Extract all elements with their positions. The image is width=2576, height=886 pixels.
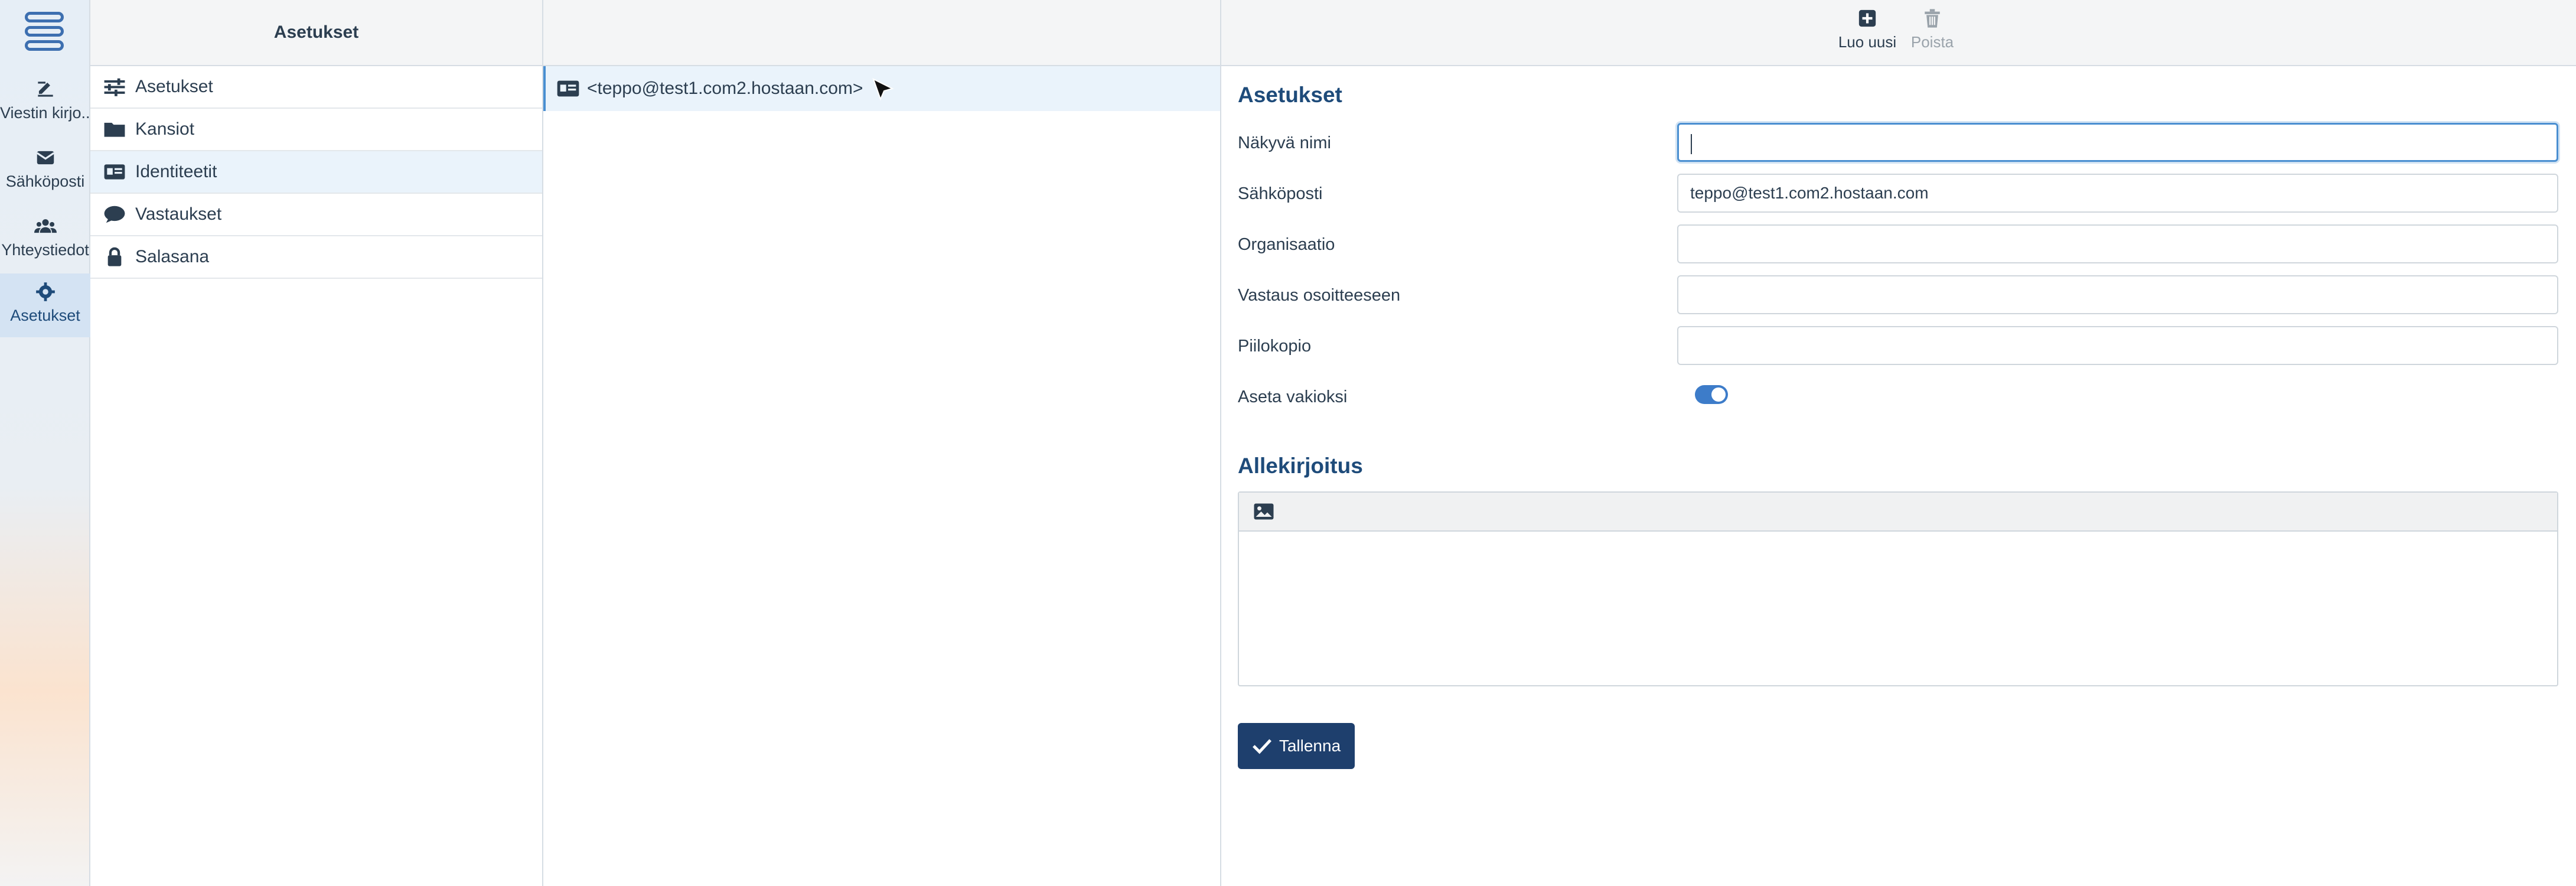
plus-square-icon — [1858, 9, 1876, 27]
editor-toolbar — [1239, 493, 2557, 532]
settings-pane-header: Asetukset — [90, 0, 542, 66]
signature-title: Allekirjoitus — [1238, 454, 1363, 478]
reply-to-input[interactable] — [1677, 275, 2558, 314]
rail-item-mail[interactable]: Sähköposti — [0, 139, 90, 198]
display-name-label: Näkyvä nimi — [1238, 133, 1331, 152]
settings-item-responses[interactable]: Vastaukset — [90, 194, 542, 236]
display-name-input[interactable] — [1677, 123, 2558, 162]
contacts-icon — [34, 219, 57, 233]
settings-pane-title: Asetukset — [273, 22, 359, 42]
image-icon[interactable] — [1253, 503, 1274, 520]
lock-icon — [107, 247, 122, 266]
form-section-title: Asetukset — [1238, 83, 1342, 107]
settings-item-folders[interactable]: Kansiot — [90, 109, 542, 151]
settings-item-label: Identiteetit — [135, 162, 217, 181]
default-label: Aseta vakioksi — [1238, 387, 1348, 406]
rail-item-label: Yhteystiedot — [1, 241, 89, 259]
identity-form-pane: Luo uusi Poista Asetukset Näkyvä nimi Sä… — [1221, 0, 2576, 886]
settings-item-preferences[interactable]: Asetukset — [90, 66, 542, 109]
signature-editor[interactable] — [1238, 491, 2558, 686]
compose-icon — [37, 82, 53, 97]
rail-item-compose[interactable]: Viestin kirjo... — [0, 71, 90, 130]
id-card-icon — [557, 80, 579, 97]
identities-pane: <teppo@test1.com2.hostaan.com> — [543, 0, 1221, 886]
mail-icon — [36, 151, 54, 165]
id-card-icon — [104, 164, 125, 180]
rail-item-label: Sähköposti — [5, 172, 85, 190]
trash-icon — [1925, 9, 1940, 28]
create-button-label: Luo uusi — [1838, 33, 1897, 51]
app-rail: Viestin kirjo... Sähköposti Yhteystiedot… — [0, 0, 90, 886]
sliders-icon — [104, 78, 125, 96]
rail-item-contacts[interactable]: Yhteystiedot — [0, 208, 90, 267]
organization-label: Organisaatio — [1238, 235, 1335, 254]
form-row-email: Sähköposti teppo@test1.com2.hostaan.com — [1238, 171, 2561, 222]
settings-item-label: Kansiot — [135, 119, 195, 139]
email-label: Sähköposti — [1238, 184, 1323, 203]
form-pane-header: Luo uusi Poista — [1221, 0, 2576, 66]
reply-to-label: Vastaus osoitteeseen — [1238, 286, 1401, 305]
mouse-cursor-icon — [872, 77, 894, 101]
settings-pane: Asetukset Asetukset Kansiot Identiteetit… — [90, 0, 543, 886]
settings-item-password[interactable]: Salasana — [90, 236, 542, 279]
folder-icon — [104, 122, 125, 137]
delete-button-label: Poista — [1910, 33, 1954, 51]
form-row-bcc: Piilokopio — [1238, 324, 2561, 374]
settings-item-label: Salasana — [135, 247, 210, 266]
form-row-display-name: Näkyvä nimi — [1238, 120, 2561, 171]
rail-item-label: Viestin kirjo... — [0, 104, 90, 122]
save-button-label: Tallenna — [1279, 737, 1341, 755]
save-button[interactable]: Tallenna — [1238, 723, 1355, 769]
identity-form: Asetukset Näkyvä nimi Sähköposti teppo@t… — [1238, 83, 2561, 769]
check-icon — [1252, 739, 1271, 754]
identity-label: <teppo@test1.com2.hostaan.com> — [587, 79, 863, 98]
default-toggle[interactable] — [1695, 385, 1728, 404]
form-row-reply-to: Vastaus osoitteeseen — [1238, 273, 2561, 324]
toggle-knob — [1711, 387, 1726, 402]
rail-item-settings[interactable]: Asetukset — [0, 273, 90, 337]
logo-icon[interactable] — [25, 12, 66, 57]
email-value: teppo@test1.com2.hostaan.com — [1690, 184, 1929, 202]
bcc-input[interactable] — [1677, 326, 2558, 365]
settings-item-identities[interactable]: Identiteetit — [90, 151, 542, 194]
delete-button[interactable]: Poista — [1897, 8, 1968, 51]
create-button[interactable]: Luo uusi — [1832, 8, 1903, 51]
gear-icon — [35, 282, 55, 301]
text-caret — [1691, 133, 1692, 154]
form-row-default: Aseta vakioksi — [1238, 374, 2561, 425]
identities-pane-header — [543, 0, 1220, 66]
comment-icon — [104, 206, 125, 223]
email-input[interactable]: teppo@test1.com2.hostaan.com — [1677, 174, 2558, 213]
settings-item-label: Vastaukset — [135, 204, 222, 224]
form-row-organization: Organisaatio — [1238, 222, 2561, 273]
settings-item-label: Asetukset — [135, 77, 213, 96]
rail-item-label: Asetukset — [10, 307, 80, 324]
bcc-label: Piilokopio — [1238, 337, 1312, 356]
organization-input[interactable] — [1677, 224, 2558, 263]
